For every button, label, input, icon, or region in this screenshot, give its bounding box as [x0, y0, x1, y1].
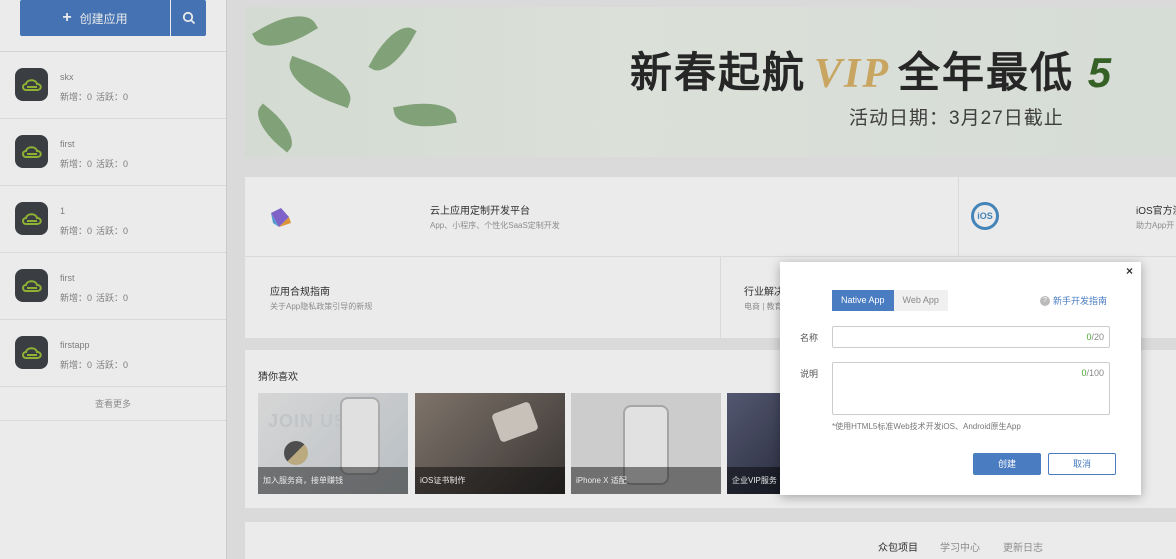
dialog-hint: *使用HTML5标准Web技术开发iOS、Android原生App [832, 422, 1021, 431]
name-max: /20 [1091, 332, 1104, 342]
dev-guide-link[interactable]: ? 新手开发指南 [1040, 294, 1107, 307]
dev-guide-label: 新手开发指南 [1053, 296, 1108, 306]
desc-char-counter: 0/100 [1081, 368, 1104, 378]
tab-web-app[interactable]: Web App [893, 290, 948, 311]
close-icon[interactable]: × [1126, 264, 1133, 278]
create-app-dialog: × Native App Web App ? 新手开发指南 名称 0/20 说明… [780, 262, 1141, 495]
app-description-textarea[interactable]: 0/100 [832, 362, 1110, 415]
name-char-counter: 0/20 [1086, 332, 1104, 342]
create-button[interactable]: 创建 [973, 453, 1041, 475]
desc-max: /100 [1086, 368, 1104, 378]
name-label: 名称 [800, 333, 819, 343]
tab-native-app[interactable]: Native App [832, 290, 894, 311]
app-name-input[interactable]: 0/20 [832, 326, 1110, 348]
cancel-button[interactable]: 取消 [1048, 453, 1116, 475]
desc-label: 说明 [800, 369, 819, 379]
help-icon: ? [1040, 295, 1050, 306]
app-type-tabs: Native App Web App [832, 290, 948, 311]
